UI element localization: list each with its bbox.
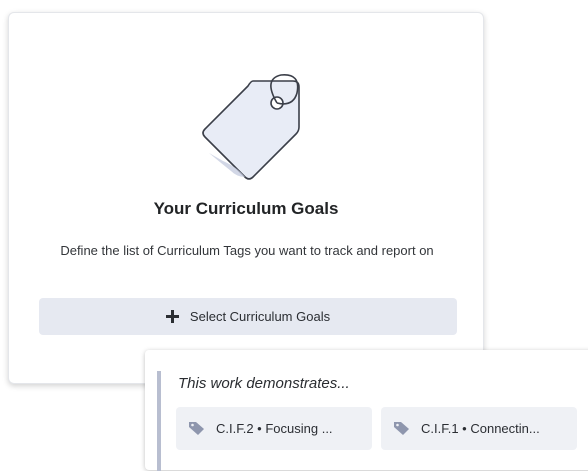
tag-icon — [394, 422, 409, 435]
curriculum-tag-chip[interactable]: C.I.F.1 • Connectin... — [381, 407, 577, 450]
chip-label: C.I.F.1 • Connectin... — [421, 421, 540, 436]
curriculum-goals-card: Your Curriculum Goals Define the list of… — [8, 12, 484, 384]
work-demonstrates-panel: This work demonstrates... C.I.F.2 • Focu… — [145, 350, 588, 471]
chip-label: C.I.F.2 • Focusing ... — [216, 421, 333, 436]
plus-icon — [165, 310, 179, 323]
panel-heading: This work demonstrates... — [178, 375, 350, 392]
select-curriculum-goals-label: Select Curriculum Goals — [189, 309, 331, 324]
card-description: Define the list of Curriculum Tags you w… — [60, 243, 434, 258]
tag-icon — [189, 422, 204, 435]
curriculum-tag-chip[interactable]: C.I.F.2 • Focusing ... — [176, 407, 372, 450]
card-title: Your Curriculum Goals — [153, 199, 339, 218]
price-tag-icon — [202, 74, 300, 180]
select-curriculum-goals-button[interactable]: Select Curriculum Goals — [39, 298, 457, 335]
accent-bar — [157, 371, 161, 471]
